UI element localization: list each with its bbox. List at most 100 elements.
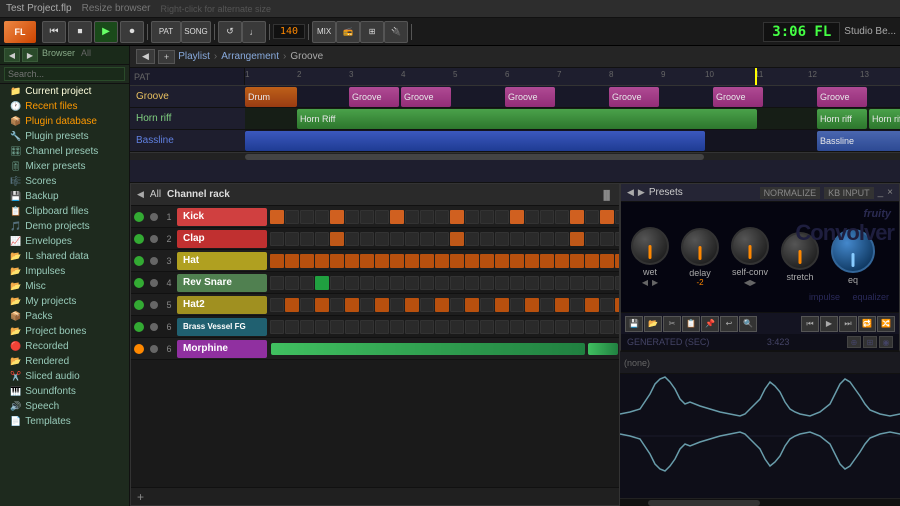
bc-groove[interactable]: Groove xyxy=(290,51,323,62)
hat-p19[interactable] xyxy=(540,254,554,268)
sidebar-item-rendered[interactable]: 📂 Rendered xyxy=(0,354,129,369)
kick-pad-3[interactable] xyxy=(300,210,314,224)
plugin-tb-open[interactable]: 📂 xyxy=(644,316,662,332)
hat-led[interactable] xyxy=(134,256,144,266)
h2-p24[interactable] xyxy=(615,298,619,312)
kick-pad-17[interactable] xyxy=(510,210,524,224)
hat-p11[interactable] xyxy=(420,254,434,268)
clip-groove-5[interactable]: Groove xyxy=(713,87,763,107)
kick-pad-7[interactable] xyxy=(360,210,374,224)
hat-p24[interactable] xyxy=(615,254,619,268)
rs-p15[interactable] xyxy=(480,276,494,290)
br-p21[interactable] xyxy=(570,320,584,334)
br-p10[interactable] xyxy=(405,320,419,334)
hat-led2[interactable] xyxy=(150,257,158,265)
sidebar-item-clipboard[interactable]: 📋 Clipboard files xyxy=(0,204,129,219)
sidebar-item-demo[interactable]: 🎵 Demo projects xyxy=(0,219,129,234)
hat-p23[interactable] xyxy=(600,254,614,268)
hat-p9[interactable] xyxy=(390,254,404,268)
sidebar-item-misc[interactable]: 📂 Misc xyxy=(0,279,129,294)
br-p8[interactable] xyxy=(375,320,389,334)
br-p1[interactable] xyxy=(270,320,284,334)
kick-pad-24[interactable] xyxy=(615,210,619,224)
piano-btn[interactable]: 📻 xyxy=(336,21,360,43)
br-p5[interactable] xyxy=(330,320,344,334)
waveform-area[interactable] xyxy=(620,374,900,498)
sidebar-item-plugin-presets[interactable]: 🔧 Plugin presets xyxy=(0,129,129,144)
kick-pad-22[interactable] xyxy=(585,210,599,224)
br-p17[interactable] xyxy=(510,320,524,334)
clip-bassline-1[interactable] xyxy=(245,131,705,151)
hat-p5[interactable] xyxy=(330,254,344,268)
plugin-nav-back[interactable]: ◀ xyxy=(627,187,634,198)
clap-led[interactable] xyxy=(134,234,144,244)
br-p12[interactable] xyxy=(435,320,449,334)
rs-p7[interactable] xyxy=(360,276,374,290)
plugin-status-btn1[interactable]: ⊕ xyxy=(847,336,861,348)
clip-groove-4[interactable]: Groove xyxy=(609,87,659,107)
sidebar-item-speech[interactable]: 🔊 Speech xyxy=(0,399,129,414)
h2-p12[interactable] xyxy=(435,298,449,312)
clap-p1[interactable] xyxy=(270,232,284,246)
sidebar-item-il-shared[interactable]: 📂 IL shared data xyxy=(0,249,129,264)
clap-p14[interactable] xyxy=(465,232,479,246)
morph-name[interactable]: Morphine xyxy=(177,340,267,358)
kick-pad-18[interactable] xyxy=(525,210,539,224)
rs-p3[interactable] xyxy=(300,276,314,290)
plugin-tb-r3[interactable]: ⏭ xyxy=(839,316,857,332)
clip-groove-2[interactable]: Groove xyxy=(401,87,451,107)
plugin-tb-save[interactable]: 💾 xyxy=(625,316,643,332)
kick-pad-13[interactable] xyxy=(450,210,464,224)
sidebar-item-packs[interactable]: 📦 Packs xyxy=(0,309,129,324)
plugin-tb-paste[interactable]: 📌 xyxy=(701,316,719,332)
kick-pad-16[interactable] xyxy=(495,210,509,224)
kick-pad-23[interactable] xyxy=(600,210,614,224)
sidebar-item-soundfonts[interactable]: 🎹 Soundfonts xyxy=(0,384,129,399)
hat-p18[interactable] xyxy=(525,254,539,268)
kick-pad-5[interactable] xyxy=(330,210,344,224)
rec-btn[interactable]: ⏺ xyxy=(120,21,144,43)
clap-p24[interactable] xyxy=(615,232,619,246)
h2-p15[interactable] xyxy=(480,298,494,312)
clap-p4[interactable] xyxy=(315,232,329,246)
kick-pad-1[interactable] xyxy=(270,210,284,224)
sidebar-item-plugin-database[interactable]: 📦 Plugin database xyxy=(0,114,129,129)
clap-p15[interactable] xyxy=(480,232,494,246)
sidebar-item-current-project[interactable]: 📁 Current project xyxy=(0,84,129,99)
hat-p10[interactable] xyxy=(405,254,419,268)
clap-p22[interactable] xyxy=(585,232,599,246)
sidebar-item-mixer-presets[interactable]: 🎚 Mixer presets xyxy=(0,159,129,174)
rs-name[interactable]: Rev Snare xyxy=(177,274,267,292)
kick-led[interactable] xyxy=(134,212,144,222)
h2-p6[interactable] xyxy=(345,298,359,312)
h2-p9[interactable] xyxy=(390,298,404,312)
plugin-tb-r5[interactable]: 🔀 xyxy=(877,316,895,332)
hat-p3[interactable] xyxy=(300,254,314,268)
rs-p17[interactable] xyxy=(510,276,524,290)
sidebar-item-impulses[interactable]: 📂 Impulses xyxy=(0,264,129,279)
rs-p8[interactable] xyxy=(375,276,389,290)
clip-bassline-2[interactable]: Bassline xyxy=(817,131,900,151)
loop-btn[interactable]: ↺ xyxy=(218,21,242,43)
nav-back-btn[interactable]: ◀ xyxy=(136,49,155,64)
h2-p10[interactable] xyxy=(405,298,419,312)
rs-p1[interactable] xyxy=(270,276,284,290)
br-p7[interactable] xyxy=(360,320,374,334)
br-p4[interactable] xyxy=(315,320,329,334)
kick-pad-12[interactable] xyxy=(435,210,449,224)
prev-btn[interactable]: ⏮ xyxy=(42,21,66,43)
br-p6[interactable] xyxy=(345,320,359,334)
rs-p22[interactable] xyxy=(585,276,599,290)
morph-pattern-bar[interactable] xyxy=(271,343,585,355)
h2-p23[interactable] xyxy=(600,298,614,312)
hat-p13[interactable] xyxy=(450,254,464,268)
sidebar-nav-back[interactable]: ◀ xyxy=(4,48,20,62)
knob-wet[interactable] xyxy=(631,227,669,265)
clip-groove-1[interactable]: Groove xyxy=(349,87,399,107)
kick-pad-2[interactable] xyxy=(285,210,299,224)
clap-p3[interactable] xyxy=(300,232,314,246)
plugin-btn[interactable]: 🔌 xyxy=(384,21,408,43)
track-label-bass[interactable]: Bassline xyxy=(130,130,245,152)
rs-p6[interactable] xyxy=(345,276,359,290)
clap-p10[interactable] xyxy=(405,232,419,246)
